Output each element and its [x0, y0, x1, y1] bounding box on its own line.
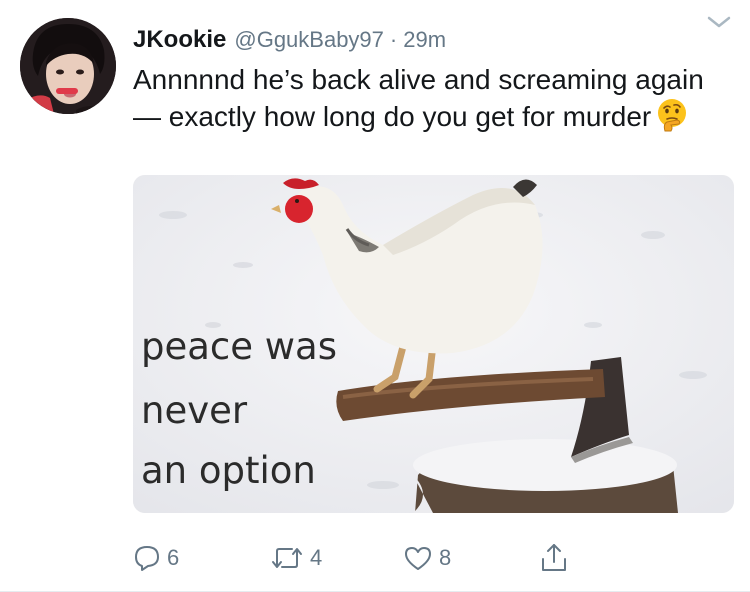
profile-photo	[20, 18, 116, 114]
chevron-down-icon[interactable]	[706, 14, 732, 30]
reply-button[interactable]: 6	[133, 538, 179, 578]
timestamp[interactable]: 29m	[403, 27, 446, 53]
retweet-count: 4	[310, 545, 323, 570]
like-button[interactable]: 8	[403, 538, 451, 578]
retweet-icon	[272, 548, 302, 568]
meme-caption-line-1: peace was	[141, 325, 338, 368]
share-icon	[542, 544, 566, 571]
avatar[interactable]	[20, 18, 116, 114]
tweet-actions: 6 4 8	[133, 538, 613, 578]
like-count: 8	[439, 545, 452, 570]
display-name[interactable]: JKookie	[133, 26, 226, 54]
reply-count: 6	[167, 545, 180, 570]
tweet-image[interactable]: peace was never an option	[133, 175, 734, 513]
reply-icon	[135, 546, 159, 571]
retweet-button[interactable]: 4	[270, 538, 322, 578]
separator-dot: ·	[389, 27, 398, 52]
thinking-face-icon	[658, 99, 687, 132]
tweet-header: JKookie @GgukBaby97 · 29m	[133, 26, 446, 58]
meme-caption-line-2: never	[141, 389, 248, 432]
tweet-text-content: Annnnnd he’s back alive and screaming ag…	[133, 64, 704, 132]
meme-caption-line-3: an option	[141, 449, 316, 492]
heart-icon	[405, 547, 431, 570]
share-button[interactable]	[539, 538, 569, 578]
tweet-text: Annnnnd he’s back alive and screaming ag…	[133, 62, 713, 135]
user-handle[interactable]: @GgukBaby97	[234, 27, 384, 53]
